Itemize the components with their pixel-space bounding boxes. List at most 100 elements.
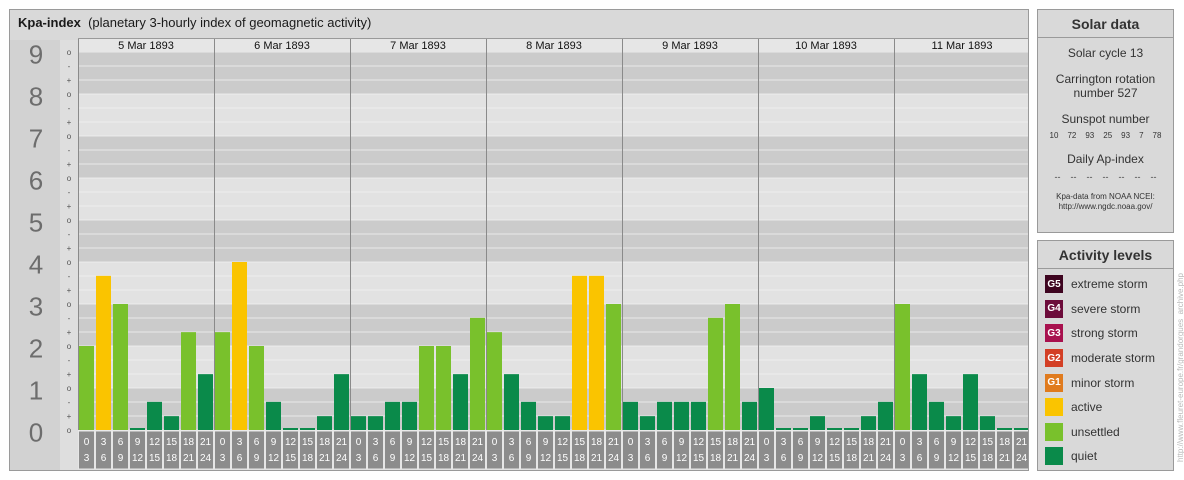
grid-stripe xyxy=(78,136,1028,157)
y-sub-tick: + xyxy=(67,160,72,169)
y-sub-tick: - xyxy=(68,230,71,239)
x-tick-end: 21 xyxy=(863,453,875,464)
y-sub-tick: + xyxy=(67,76,72,85)
kp-bar xyxy=(895,304,910,430)
kp-bar xyxy=(164,416,179,430)
level-label: extreme storm xyxy=(1071,277,1148,292)
y-tick-label: 8 xyxy=(29,82,43,112)
kp-bar xyxy=(266,401,281,430)
activity-level-item: G4 severe storm xyxy=(1038,297,1173,322)
x-tick-end: 18 xyxy=(574,453,586,464)
kp-bar xyxy=(759,388,774,430)
data-source-line1: Kpa-data from NOAA NCEI: xyxy=(1056,192,1155,201)
x-tick-end: 3 xyxy=(900,453,906,464)
y-sub-tick: + xyxy=(67,118,72,127)
level-swatch: G3 xyxy=(1045,324,1063,343)
y-sub-tick: o xyxy=(67,258,72,267)
x-tick-start: 18 xyxy=(727,437,739,448)
kp-bar xyxy=(538,416,553,430)
grid-stripe xyxy=(78,220,1028,241)
kp-bar xyxy=(385,401,400,430)
kp-bar xyxy=(436,346,451,430)
carrington-line2: number 527 xyxy=(1073,86,1138,100)
y-sub-tick: + xyxy=(67,370,72,379)
x-tick-start: 9 xyxy=(815,437,821,448)
x-tick-end: 18 xyxy=(710,453,722,464)
y-sub-tick: + xyxy=(67,244,72,253)
level-swatch: G1 xyxy=(1045,373,1063,392)
kp-bar xyxy=(963,374,978,430)
x-tick-start: 0 xyxy=(628,437,634,448)
y-tick-label: 6 xyxy=(29,166,43,196)
x-tick-start: 9 xyxy=(543,437,549,448)
x-tick-start: 3 xyxy=(781,437,787,448)
level-swatch: G4 xyxy=(1045,299,1063,318)
x-tick-end: 21 xyxy=(999,453,1011,464)
x-tick-end: 24 xyxy=(744,453,756,464)
x-tick-end: 12 xyxy=(404,453,416,464)
x-tick-start: 0 xyxy=(492,437,498,448)
kp-bar xyxy=(946,416,961,430)
x-tick-start: 15 xyxy=(982,437,994,448)
x-tick-end: 9 xyxy=(934,453,940,464)
y-sub-tick: o xyxy=(67,132,72,141)
x-tick-start: 12 xyxy=(421,437,433,448)
kp-bar xyxy=(878,401,893,430)
level-label: unsettled xyxy=(1071,424,1120,439)
x-tick-start: 15 xyxy=(438,437,450,448)
solar-data-panel: Solar data Solar cycle 13 Carrington rot… xyxy=(1037,9,1174,233)
y-sub-tick: o xyxy=(67,174,72,183)
x-tick-end: 21 xyxy=(455,453,467,464)
x-tick-start: 6 xyxy=(254,437,260,448)
y-sub-tick: o xyxy=(67,426,72,435)
watermark-url: http://www.fleuret-europe.fr/grandorgues… xyxy=(1176,273,1184,462)
x-tick-start: 9 xyxy=(135,437,141,448)
x-tick-start: 18 xyxy=(863,437,875,448)
x-tick-end: 9 xyxy=(798,453,804,464)
grid-stripe xyxy=(78,178,1028,199)
data-source-link[interactable]: http://www.ngdc.noaa.gov/ xyxy=(1038,202,1173,212)
x-tick-end: 21 xyxy=(727,453,739,464)
x-tick-end: 3 xyxy=(84,453,90,464)
x-tick-start: 12 xyxy=(693,437,705,448)
x-tick-start: 12 xyxy=(285,437,297,448)
x-tick-end: 24 xyxy=(880,453,892,464)
y-sub-tick: - xyxy=(68,398,71,407)
kp-bar xyxy=(419,346,434,430)
kp-bar xyxy=(555,416,570,430)
sunspot-value: 25 xyxy=(1103,131,1113,140)
x-tick-end: 9 xyxy=(254,453,260,464)
kp-bar xyxy=(572,275,587,430)
kp-bar xyxy=(215,332,230,430)
x-tick-start: 18 xyxy=(183,437,195,448)
ap-index-values: -- -- -- -- -- -- -- xyxy=(1038,172,1173,182)
activity-level-item: G1 minor storm xyxy=(1038,370,1173,395)
kp-bar xyxy=(300,428,315,430)
kp-bar xyxy=(640,416,655,430)
ap-value: -- xyxy=(1086,172,1093,182)
x-tick-end: 21 xyxy=(183,453,195,464)
day-label: 11 Mar 1893 xyxy=(932,40,993,52)
ap-value: -- xyxy=(1150,172,1157,182)
x-tick-end: 9 xyxy=(526,453,532,464)
ap-value: -- xyxy=(1102,172,1109,182)
kp-bar xyxy=(674,401,689,430)
y-sub-tick: - xyxy=(68,314,71,323)
x-tick-end: 6 xyxy=(781,453,787,464)
y-sub-tick: - xyxy=(68,104,71,113)
x-tick-start: 21 xyxy=(472,437,484,448)
x-tick-start: 9 xyxy=(951,437,957,448)
kp-bar xyxy=(776,428,791,430)
x-tick-start: 15 xyxy=(574,437,586,448)
kp-bar xyxy=(708,317,723,430)
activity-levels-panel: Activity levels G5 extreme storm G4 severe … xyxy=(1037,240,1174,471)
x-tick-end: 12 xyxy=(540,453,552,464)
x-tick-start: 21 xyxy=(608,437,620,448)
y-sub-tick: o xyxy=(67,216,72,225)
grid-stripe xyxy=(78,115,1028,136)
y-tick-label: 9 xyxy=(29,40,43,70)
x-tick-end: 12 xyxy=(676,453,688,464)
activity-level-item: G5 extreme storm xyxy=(1038,272,1173,297)
y-tick-label: 5 xyxy=(29,208,43,238)
y-sub-tick: + xyxy=(67,412,72,421)
